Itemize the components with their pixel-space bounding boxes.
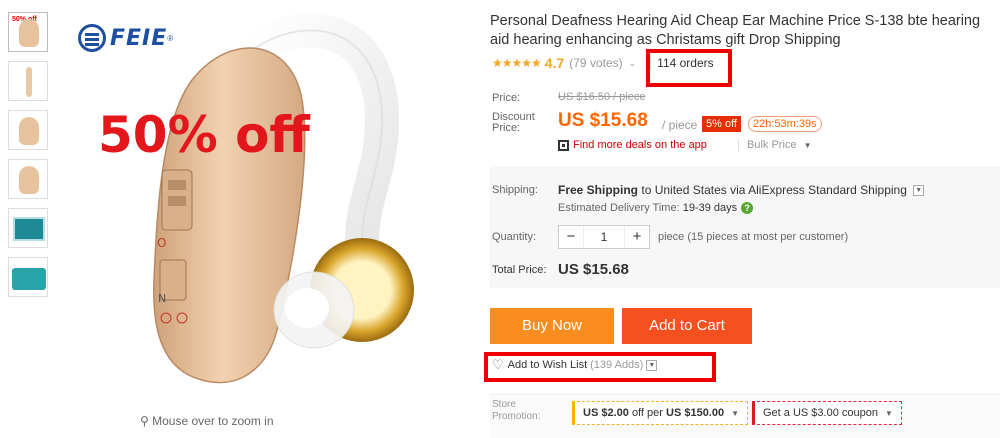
- hearing-aid-side-thumb-image: [26, 67, 32, 97]
- carry-case-thumb-image: [12, 268, 46, 290]
- delivery-estimate: Estimated Delivery Time: 19-39 days ?: [558, 202, 754, 214]
- star-rating-icon: ★★★★★: [492, 56, 542, 70]
- store-promotion-label: Store Promotion:: [492, 399, 556, 423]
- store-label-line-1: Store: [492, 399, 516, 410]
- quantity-note: piece (15 pieces at most per customer): [658, 231, 849, 243]
- quantity-input[interactable]: 1: [583, 226, 625, 248]
- get-coupon-button[interactable]: Get a US $3.00 coupon ▼: [752, 401, 902, 425]
- zoom-hint: ⚲ Mouse over to zoom in: [140, 414, 274, 428]
- magnifier-icon: ⚲: [140, 414, 153, 428]
- thumbnail-2[interactable]: [8, 61, 48, 101]
- coupon-condition: off per: [631, 407, 663, 419]
- orders-highlight-box: [646, 49, 732, 87]
- hearing-aid-illustration: O N: [153, 13, 414, 384]
- feie-logo-icon: [78, 24, 106, 52]
- app-deals-text: Find more deals on the app: [573, 139, 707, 151]
- qr-code-icon: [558, 139, 569, 151]
- registered-mark: ®: [167, 33, 174, 43]
- hearing-aid-thumb-image: [19, 166, 39, 194]
- original-price: US $16.50 / piece: [558, 91, 646, 103]
- discount-label-2: Price:: [492, 122, 521, 134]
- shipping-dropdown-icon[interactable]: ▼: [913, 185, 925, 197]
- thumbnail-5[interactable]: [8, 208, 48, 248]
- shipping-country[interactable]: United States: [655, 183, 727, 197]
- main-product-image[interactable]: O N FEIE ® 50% off: [62, 10, 472, 428]
- total-price-value: US $15.68: [558, 261, 629, 278]
- hearing-aid-thumb-image: [19, 117, 39, 145]
- zoom-hint-text: Mouse over to zoom in: [152, 414, 274, 428]
- thumbnail-list: 50% off: [8, 12, 52, 306]
- thumbnail-1[interactable]: 50% off: [8, 12, 48, 52]
- vote-count[interactable]: (79 votes): [569, 56, 622, 70]
- chevron-down-icon[interactable]: ⌄: [629, 58, 637, 69]
- coupon-amount: US $2.00: [583, 407, 629, 419]
- thumbnail-3[interactable]: [8, 110, 48, 150]
- buy-now-button[interactable]: Buy Now: [490, 308, 614, 344]
- help-icon[interactable]: ?: [741, 202, 754, 214]
- store-label-line-2: Promotion:: [492, 411, 541, 422]
- shipping-label: Shipping:: [492, 184, 538, 196]
- countdown-timer: 22h:53m:39s: [748, 116, 822, 132]
- svg-text:N: N: [158, 292, 166, 305]
- svg-text:O: O: [157, 236, 166, 250]
- thumbnail-4[interactable]: [8, 159, 48, 199]
- brand-logo: FEIE ®: [78, 24, 173, 52]
- shipping-info: Free Shipping to United States via AliEx…: [558, 183, 925, 197]
- gift-box-thumb-image: [13, 217, 45, 241]
- discount-badge: 5% off: [702, 116, 741, 132]
- quantity-label: Quantity:: [492, 231, 537, 243]
- caret-down-icon: ▼: [885, 409, 893, 418]
- delivery-time: 19-39 days: [682, 202, 738, 214]
- total-price-label: Total Price:: [492, 264, 547, 276]
- coupon-text: Get a US $3.00 coupon: [763, 407, 878, 419]
- shipping-method: via AliExpress Standard Shipping: [730, 183, 907, 197]
- price-unit: / piece: [662, 118, 698, 132]
- bulk-price-text: Bulk Price: [747, 139, 797, 151]
- coupon-threshold: US $150.00: [666, 407, 725, 419]
- shipping-to: to: [641, 183, 652, 197]
- rating-value: 4.7: [544, 55, 565, 71]
- hearing-aid-thumb-image: [19, 19, 39, 47]
- product-title: Personal Deafness Hearing Aid Cheap Ear …: [490, 13, 981, 48]
- quantity-decrease-button[interactable]: −: [559, 226, 583, 248]
- wishlist-highlight-box: [484, 352, 716, 382]
- price-label: Price:: [492, 92, 521, 104]
- delivery-label: Estimated Delivery Time:: [558, 202, 680, 214]
- caret-down-icon: ▼: [803, 141, 812, 150]
- promo-text: 50% off: [98, 106, 310, 164]
- caret-down-icon: ▼: [731, 409, 740, 418]
- brand-name: FEIE: [110, 25, 168, 51]
- app-deals-link[interactable]: Find more deals on the app: [558, 139, 707, 151]
- quantity-increase-button[interactable]: +: [625, 226, 649, 248]
- discount-price: US $15.68: [558, 110, 648, 131]
- free-shipping-text: Free Shipping: [558, 183, 639, 197]
- store-discount-coupon[interactable]: US $2.00 off per US $150.00 ▼: [572, 401, 749, 425]
- bulk-price-dropdown[interactable]: Bulk Price ▼: [738, 139, 812, 151]
- quantity-stepper: − 1 +: [558, 225, 650, 249]
- add-to-cart-button[interactable]: Add to Cart: [622, 308, 752, 344]
- thumbnail-6[interactable]: [8, 257, 48, 297]
